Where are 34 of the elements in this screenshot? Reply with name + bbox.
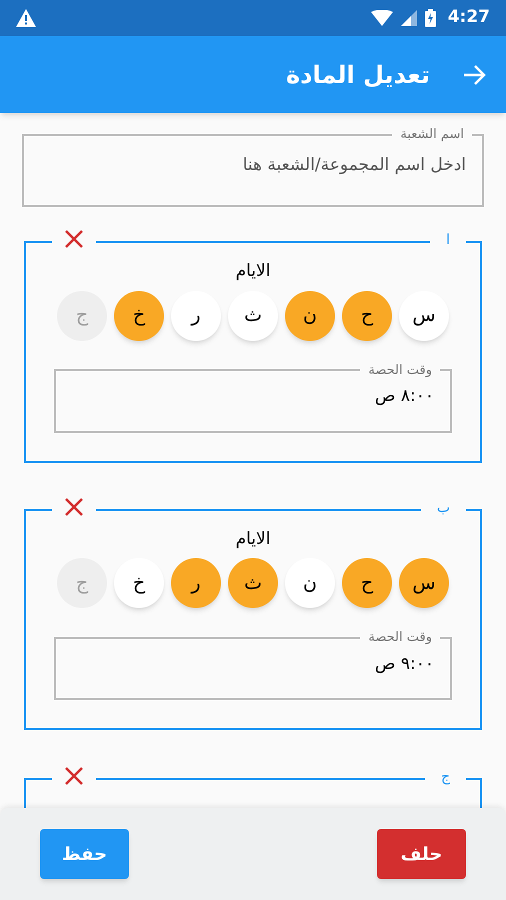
field-label: وقت الحصة — [367, 362, 433, 380]
days-label: الايام — [236, 528, 270, 550]
warning-icon — [16, 9, 36, 27]
days-label: الايام — [236, 260, 270, 283]
back-arrow-icon — [462, 64, 486, 86]
field-label: اسم الشعبة — [399, 126, 465, 144]
close-icon — [64, 766, 84, 786]
clock-time: 4:27 — [448, 6, 490, 30]
day-toggle[interactable]: خ — [114, 290, 164, 340]
day-toggle[interactable]: ح — [342, 290, 392, 340]
battery-charging-icon — [424, 9, 436, 27]
time-field[interactable]: وقت الحصة ٩:٠٠ ص — [54, 628, 452, 700]
day-toggle[interactable]: ث — [228, 290, 278, 340]
close-icon — [64, 229, 84, 249]
close-icon — [64, 496, 84, 516]
screen-title: تعديل المادة — [286, 60, 430, 90]
back-button[interactable] — [462, 64, 486, 86]
day-toggle[interactable]: ر — [171, 290, 221, 340]
group-name-field[interactable]: اسم الشعبة ادخل اسم المجموعة/الشعبة هنا — [22, 125, 484, 207]
day-toggle[interactable]: ن — [285, 558, 335, 608]
wifi-icon — [370, 10, 393, 26]
day-toggle[interactable]: ث — [228, 558, 278, 608]
text-input[interactable]: ٩:٠٠ ص — [72, 648, 434, 677]
day-toggle[interactable]: ر — [171, 558, 221, 608]
day-toggle[interactable]: ن — [285, 290, 335, 340]
day-toggle[interactable]: س — [399, 558, 449, 608]
field-label: وقت الحصة — [367, 629, 433, 647]
delete-button[interactable]: حلف — [377, 829, 466, 879]
text-input[interactable]: ٨:٠٠ ص — [72, 380, 434, 410]
signal-icon — [400, 10, 417, 26]
day-toggle[interactable]: ح — [342, 558, 392, 608]
day-toggle[interactable]: س — [399, 290, 449, 340]
day-toggle[interactable]: خ — [114, 558, 164, 608]
text-input[interactable]: ادخل اسم المجموعة/الشعبة هنا — [40, 144, 466, 178]
